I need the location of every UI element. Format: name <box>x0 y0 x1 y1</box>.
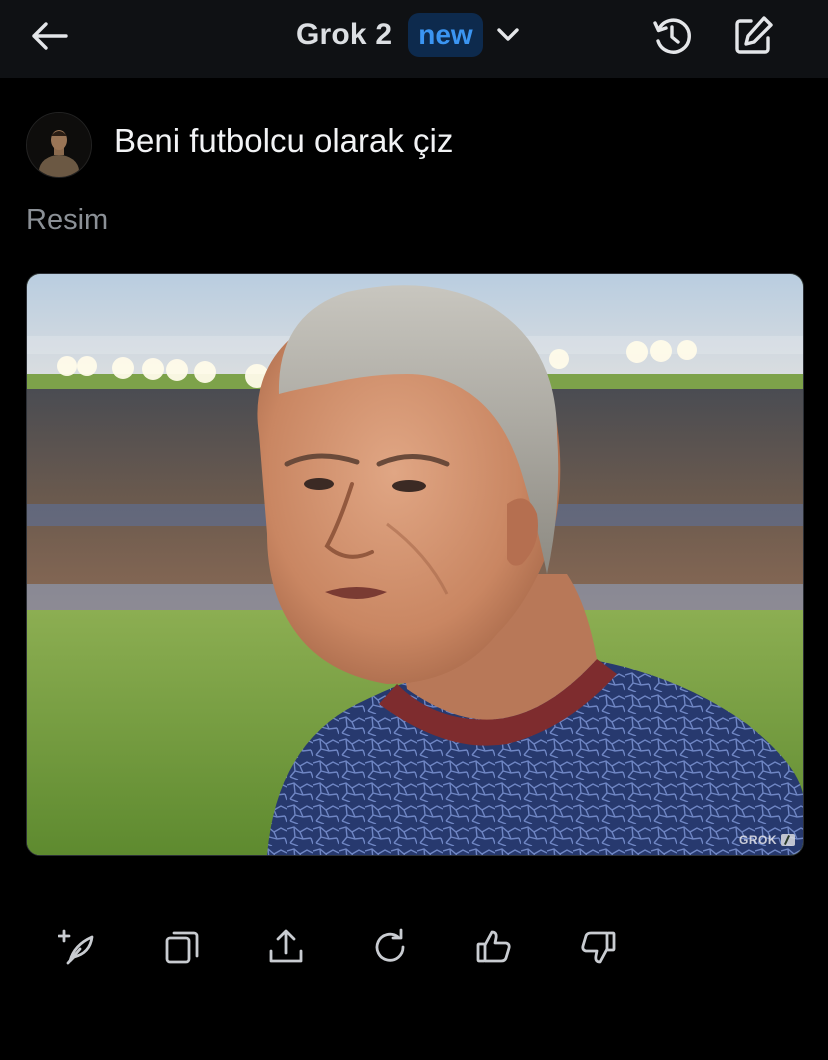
share-icon <box>269 929 303 963</box>
football-player-illustration <box>27 274 803 855</box>
like-button[interactable] <box>470 922 518 972</box>
arrow-left-icon <box>32 22 68 50</box>
top-bar: Grok 2 new <box>0 0 828 78</box>
thumbs-up-icon <box>476 930 511 963</box>
chevron-down-icon <box>493 20 523 50</box>
back-button[interactable] <box>26 14 72 58</box>
refresh-icon <box>375 928 405 962</box>
action-bar <box>54 922 654 972</box>
user-avatar[interactable] <box>26 112 92 178</box>
dislike-button[interactable] <box>574 922 622 972</box>
model-title: Grok 2 <box>296 18 393 51</box>
regenerate-sparkle-icon <box>58 929 94 965</box>
refresh-button[interactable] <box>366 922 414 972</box>
grok-watermark: GROK <box>739 833 795 847</box>
regenerate-button[interactable] <box>54 922 102 972</box>
watermark-text: GROK <box>739 833 777 847</box>
model-selector[interactable]: Grok 2 new <box>296 12 523 58</box>
compose-button[interactable] <box>728 12 778 60</box>
share-button[interactable] <box>262 922 310 972</box>
compose-icon <box>735 16 773 54</box>
history-button[interactable] <box>648 12 696 60</box>
generated-image[interactable]: GROK <box>26 273 804 856</box>
grok-logo-icon <box>781 834 795 846</box>
copy-icon <box>165 931 199 964</box>
copy-button[interactable] <box>158 922 206 972</box>
avatar-portrait <box>27 113 91 177</box>
history-icon <box>653 18 691 54</box>
new-badge: new <box>408 13 483 57</box>
thumbs-down-icon <box>581 931 616 964</box>
user-prompt: Beni futbolcu olarak çiz <box>114 122 454 159</box>
section-label: Resim <box>26 204 109 236</box>
